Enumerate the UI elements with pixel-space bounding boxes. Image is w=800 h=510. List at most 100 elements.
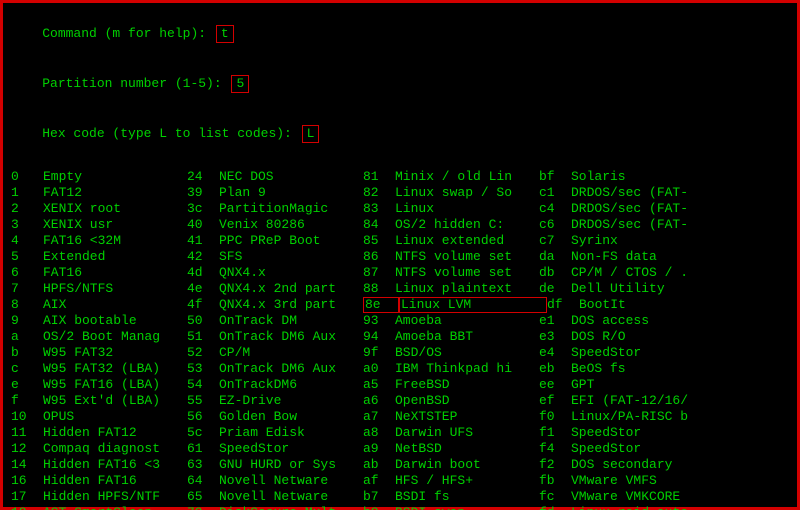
hex-name: XENIX root [43, 201, 187, 217]
hex-code: 16 [11, 473, 43, 489]
hex-name: BSD/OS [395, 345, 539, 361]
partition-prompt-line: Partition number (1-5): 5 [11, 59, 789, 109]
hex-name: OnTrack DM6 Aux [219, 329, 363, 345]
hex-code: 65 [187, 489, 219, 505]
table-row: a OS/2 Boot Manag51OnTrack DM6 Aux94Amoe… [11, 329, 789, 345]
hex-name: DiskSecure Mult [219, 505, 363, 510]
hex-code: 63 [187, 457, 219, 473]
hex-name: SpeedStor [219, 441, 363, 457]
hex-code: a7 [363, 409, 395, 425]
hex-name: Novell Netware [219, 473, 363, 489]
hex-code: 6 [11, 265, 43, 281]
hex-name: OnTrack DM6 Aux [219, 361, 363, 377]
hex-code: f4 [539, 441, 571, 457]
hex-code: a6 [363, 393, 395, 409]
hex-name: W95 FAT32 (LBA) [43, 361, 187, 377]
hex-code: 14 [11, 457, 43, 473]
hex-code: 9f [363, 345, 395, 361]
table-row: 11Hidden FAT125cPriam Ediska8Darwin UFSf… [11, 425, 789, 441]
hex-name: VMware VMKCORE [571, 489, 715, 505]
hex-code: 24 [187, 169, 219, 185]
hex-name: Linux [395, 201, 539, 217]
hex-code: 0 [11, 169, 43, 185]
hex-code: f2 [539, 457, 571, 473]
hex-name: W95 Ext'd (LBA) [43, 393, 187, 409]
hex-code: ee [539, 377, 571, 393]
hex-name: XENIX usr [43, 217, 187, 233]
hex-name: BeOS fs [571, 361, 715, 377]
hex-code: 55 [187, 393, 219, 409]
hex-name: Linux plaintext [395, 281, 539, 297]
hex-name: EZ-Drive [219, 393, 363, 409]
hex-name: QNX4.x 2nd part [219, 281, 363, 297]
hex-code: f1 [539, 425, 571, 441]
hex-name: IBM Thinkpad hi [395, 361, 539, 377]
hex-code: 8 [11, 297, 43, 313]
hex-name: AIX bootable [43, 313, 187, 329]
hex-name: Plan 9 [219, 185, 363, 201]
hex-code: b7 [363, 489, 395, 505]
table-row: 1 FAT1239Plan 982Linux swap / Soc1DRDOS/… [11, 185, 789, 201]
hex-code: 88 [363, 281, 395, 297]
table-row: 16Hidden FAT1664Novell NetwareafHFS / HF… [11, 473, 789, 489]
hex-code: 1 [11, 185, 43, 201]
hex-code: c6 [539, 217, 571, 233]
hex-name: HPFS/NTFS [43, 281, 187, 297]
hex-name: Linux LVM [399, 297, 547, 313]
partition-prompt-label: Partition number (1-5): [42, 76, 229, 91]
hex-code: f0 [539, 409, 571, 425]
hex-name: AST SmartSleep [43, 505, 187, 510]
hex-code: 4d [187, 265, 219, 281]
hex-name: Hidden FAT16 <3 [43, 457, 187, 473]
table-row: 4 FAT16 <32M41PPC PReP Boot85Linux exten… [11, 233, 789, 249]
hex-code: 5c [187, 425, 219, 441]
hex-name: QNX4.x [219, 265, 363, 281]
hex-code: c [11, 361, 43, 377]
hex-code: 42 [187, 249, 219, 265]
hex-code: 54 [187, 377, 219, 393]
table-row: e W95 FAT16 (LBA)54OnTrackDM6a5FreeBSDee… [11, 377, 789, 393]
table-row: 9 AIX bootable50OnTrack DM93Amoebae1DOS … [11, 313, 789, 329]
terminal-window[interactable]: Command (m for help): t Partition number… [0, 0, 800, 510]
hex-name: OPUS [43, 409, 187, 425]
hex-name: BSDI fs [395, 489, 539, 505]
hex-name: Venix 80286 [219, 217, 363, 233]
hex-code: fb [539, 473, 571, 489]
hex-name: Amoeba [395, 313, 539, 329]
hex-code: e4 [539, 345, 571, 361]
hex-code: b8 [363, 505, 395, 510]
hex-name: SpeedStor [571, 441, 715, 457]
hexcode-input-L[interactable]: L [302, 125, 320, 143]
hex-code: ef [539, 393, 571, 409]
hex-name: Priam Edisk [219, 425, 363, 441]
hex-code: e [11, 377, 43, 393]
hex-code: eb [539, 361, 571, 377]
hex-name: AIX [43, 297, 187, 313]
hex-code: 81 [363, 169, 395, 185]
hex-code: 9 [11, 313, 43, 329]
hex-code: 7 [11, 281, 43, 297]
hex-code: a9 [363, 441, 395, 457]
hex-code: 18 [11, 505, 43, 510]
hex-code: df [547, 297, 579, 313]
partition-input-5[interactable]: 5 [231, 75, 249, 93]
table-row: 10OPUS56Golden Bowa7NeXTSTEPf0Linux/PA-R… [11, 409, 789, 425]
hex-name: DRDOS/sec (FAT- [571, 185, 715, 201]
hex-name: Linux swap / So [395, 185, 539, 201]
command-input-t[interactable]: t [216, 25, 234, 43]
hex-code: 82 [363, 185, 395, 201]
hex-name: HFS / HFS+ [395, 473, 539, 489]
hex-name: Dell Utility [571, 281, 715, 297]
hex-name: EFI (FAT-12/16/ [571, 393, 715, 409]
hex-code-table: 0 Empty24NEC DOS81Minix / old LinbfSolar… [11, 169, 789, 510]
hex-name: NetBSD [395, 441, 539, 457]
hex-code: 5 [11, 249, 43, 265]
hex-code: 50 [187, 313, 219, 329]
hex-code: c1 [539, 185, 571, 201]
hex-name: QNX4.x 3rd part [219, 297, 363, 313]
hex-code: 86 [363, 249, 395, 265]
hex-code: 39 [187, 185, 219, 201]
hex-name: FAT16 <32M [43, 233, 187, 249]
hex-name: Linux raid auto [571, 505, 715, 510]
hex-code: 64 [187, 473, 219, 489]
